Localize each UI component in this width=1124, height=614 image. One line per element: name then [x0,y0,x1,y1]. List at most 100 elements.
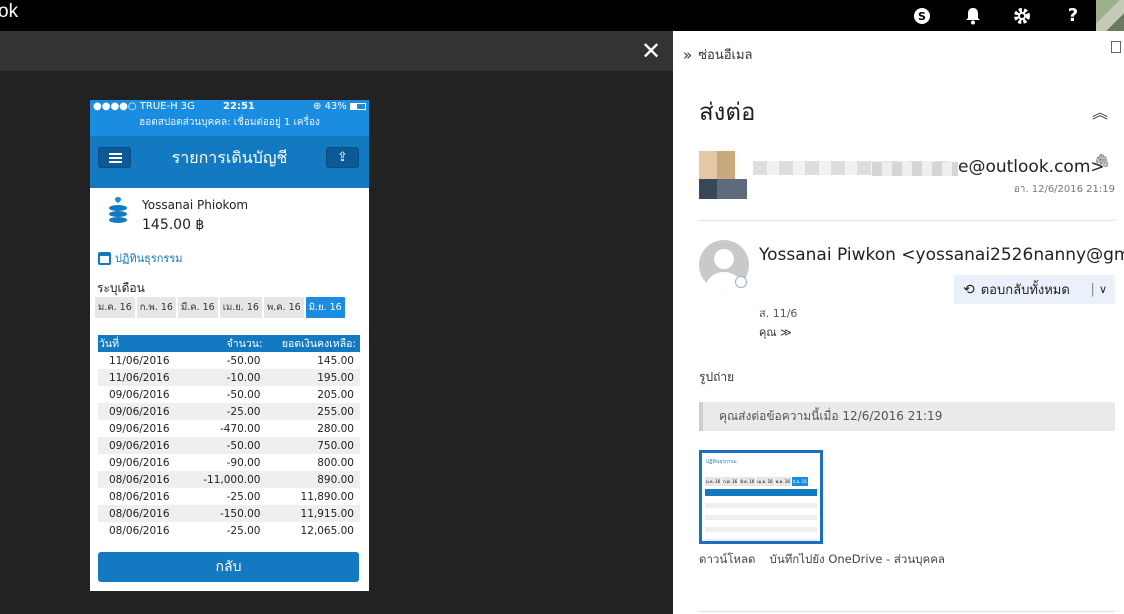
balance-cell: 255.00 [266,403,360,420]
table-row: 08/06/2016 -11,000.00 890.00 [98,471,360,488]
date-cell: 08/06/2016 [109,524,170,537]
month-tab[interactable]: ม.ค. 16 [95,297,135,318]
amount-cell: -25.00 [226,524,261,537]
table-row: 11/06/2016 -10.00 195.00 [98,369,360,386]
table-row: 08/06/2016 -150.00 11,915.00 [98,505,360,522]
reply-all-icon: ⟲ [963,281,975,298]
sender-avatar[interactable] [699,151,747,199]
thumbnail-row [705,521,817,526]
transaction-calendar-label: ปฏิทินธุรกรรม [115,252,183,265]
thumbnail-month: มิ.ย. 16 [791,477,808,486]
thumbnail-month: พ.ค. 16 [774,477,791,486]
reading-pane: » ซ่อนอีเมล ส่งต่อ ︽ e@outlook.com> 🖇 อา… [673,31,1124,614]
table-header-row: วันที่ จำนวน: ยอดเงินคงเหลือ: [98,335,360,352]
help-icon: ? [1067,5,1079,26]
reply-all-button[interactable]: ⟲ ตอบกลับทั้งหมด | ∨ [954,275,1115,304]
share-icon[interactable]: ⇪ [326,147,359,168]
save-to-onedrive-link[interactable]: บันทึกไปยัง OneDrive - ส่วนบุคคล [770,551,945,569]
table-row: 09/06/2016 -50.00 750.00 [98,437,360,454]
help-button[interactable]: ? [1050,0,1096,31]
popout-icon[interactable] [1111,41,1121,53]
transaction-table: วันที่ จำนวน: ยอดเงินคงเหลือ: 11/06/2016… [98,335,360,539]
paperclip-icon: 🖇 [1093,154,1110,169]
collapse-all-icon[interactable]: ︽ [1092,99,1108,123]
app-topbar: ok S ? [0,0,1124,31]
balance-cell: 195.00 [266,369,360,386]
notifications-button[interactable] [950,0,996,31]
balance-cell: 280.00 [317,422,354,435]
account-holder-name: Yossanai Phiokom [142,198,249,212]
month-tab[interactable]: มี.ค. 16 [177,297,218,318]
sender-email[interactable]: e@outlook.com> [958,157,1105,177]
amount-cell: -10.00 [190,369,267,386]
message-divider [699,220,1115,221]
month-tab[interactable]: ก.พ. 16 [136,297,176,318]
date-cell: 09/06/2016 [98,403,191,420]
double-chevron-right-icon: » [683,45,693,64]
app-name[interactable]: ok [0,1,18,23]
amount-cell: -50.00 [226,354,261,367]
thumbnail-month: เม.ย. 16 [756,477,774,486]
table-row: 08/06/2016 -25.00 11,890.00 [98,488,360,505]
month-tab[interactable]: มิ.ย. 16 [305,297,345,318]
date-cell: 08/06/2016 [109,490,170,503]
thumbnail-month: ม.ค. 16 [705,477,722,486]
thumbnail-row [705,533,817,538]
month-tab[interactable]: พ.ค. 16 [263,297,304,318]
download-link[interactable]: ดาวน์โหลด [699,551,756,569]
date-cell: 11/06/2016 [98,369,191,386]
amount-cell: -470.00 [219,422,261,435]
hotspot-text: ฮอตสปอตส่วนบุคคล: เชื่อมต่ออยู่ 1 เครื่อ… [139,117,320,128]
date-cell: 11/06/2016 [109,354,170,367]
thumbnail-row [705,515,817,520]
chevron-down-icon[interactable]: ∨ [1099,283,1107,296]
balance-cell: 145.00 [317,354,354,367]
forwarded-banner: คุณส่งต่อข้อความนี้เมื่อ 12/6/2016 21:19 [699,402,1115,431]
month-label: ระบุเดือน [97,281,145,295]
reply-all-label: ตอบกลับทั้งหมด [980,283,1070,298]
hide-email-link[interactable]: » ซ่อนอีเมล [683,44,753,65]
close-icon[interactable]: ✕ [637,37,665,65]
attachment-actions: ดาวน์โหลด บันทึกไปยัง OneDrive - ส่วนบุค… [699,551,945,569]
date-cell: 09/06/2016 [109,422,170,435]
original-date: ส. 11/6 [759,307,798,320]
balance-cell: 750.00 [266,437,360,454]
svg-text:S: S [918,10,926,23]
original-sender[interactable]: Yossanai Piwkon <yossanai2526nanny@gmail… [759,245,1124,265]
user-avatar[interactable] [1096,0,1124,31]
hide-email-label: ซ่อนอีเมล [698,48,753,63]
balance-cell: 11,890.00 [300,490,354,503]
balance-cell: 205.00 [317,388,354,401]
transaction-calendar-link[interactable]: ปฏิทินธุรกรรม [98,249,183,267]
attachment-thumbnail[interactable]: ปฏิทินธุรกรรม ม.ค. 16 ก.พ. 16 มี.ค. 16 เม.ย… [699,450,823,544]
account-balance: 145.00 ฿ [142,217,205,233]
balance-cell: 890.00 [266,471,360,488]
calendar-icon [98,251,111,265]
date-cell: 09/06/2016 [98,437,191,454]
thumbnail-link-text: ปฏิทินธุรกรรม [706,459,737,465]
recipient-line[interactable]: คุณ ≫ [759,323,792,341]
date-cell: 08/06/2016 [98,471,191,488]
presence-indicator [735,276,747,288]
back-button[interactable]: กลับ [98,552,359,582]
bell-icon [966,7,980,24]
header-balance: ยอดเงินคงเหลือ: [266,335,360,352]
skype-button[interactable]: S [899,0,945,31]
thumbnail-row [705,527,817,532]
table-row: 09/06/2016 -50.00 205.00 [98,386,360,403]
phone-nav-bar: รายการเดินบัญชี ⇪ [90,136,369,188]
bottom-divider [699,611,1115,612]
carrier-text: ●●●●○ TRUE-H 3G [93,101,195,112]
amount-cell: -25.00 [226,490,261,503]
table-row: 08/06/2016 -25.00 12,065.00 [98,522,360,539]
thumbnail-month: มี.ค. 16 [739,477,756,486]
account-summary: Yossanai Phiokom 145.00 ฿ [90,188,369,240]
header-date: วันที่ [98,335,191,352]
thumbnail-row [705,539,817,541]
balance-cell: 12,065.00 [300,524,354,537]
coin-stack-icon [109,197,127,223]
amount-cell: -25.00 [190,403,267,420]
settings-button[interactable] [999,0,1045,31]
month-tab[interactable]: เม.ย. 16 [219,297,262,318]
table-row: 11/06/2016 -50.00 145.00 [98,352,360,369]
